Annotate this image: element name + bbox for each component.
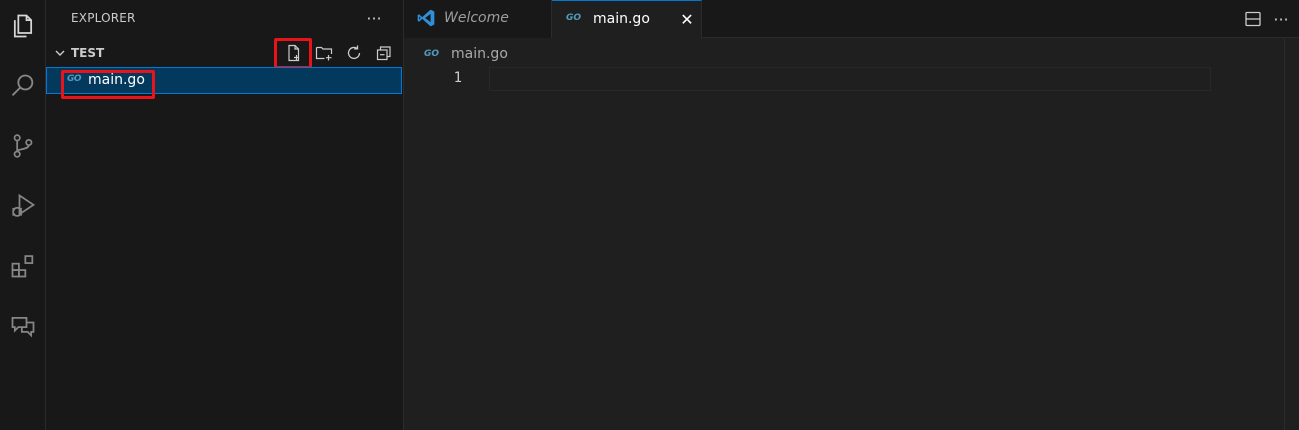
- activity-bar: [0, 0, 46, 430]
- tab-bar: Welcome GO main.go ✕ ···: [404, 0, 1299, 39]
- search-icon[interactable]: [0, 62, 46, 110]
- editor-more-icon[interactable]: ···: [1270, 8, 1292, 30]
- line-number: 1: [453, 70, 462, 86]
- vscode-icon: [417, 9, 435, 27]
- explorer-icon[interactable]: [0, 2, 46, 50]
- minimap: [1284, 38, 1299, 430]
- highlight-new-file: [274, 38, 312, 69]
- run-debug-icon[interactable]: [0, 182, 46, 230]
- close-icon[interactable]: ✕: [677, 9, 697, 29]
- tab-label: main.go: [593, 11, 650, 27]
- collapse-all-icon: [376, 46, 391, 61]
- source-control-icon[interactable]: [0, 122, 46, 170]
- new-folder-button[interactable]: [310, 42, 338, 64]
- highlight-file: [61, 70, 155, 99]
- editor-area: Welcome GO main.go ✕ ··· GO main.go 1: [404, 0, 1299, 430]
- split-editor-button[interactable]: [1242, 8, 1264, 30]
- code-line[interactable]: [489, 67, 1211, 91]
- refresh-button[interactable]: [340, 42, 368, 64]
- tab-label: Welcome: [444, 10, 509, 26]
- folder-name: TEST: [71, 46, 105, 60]
- chat-icon[interactable]: [0, 302, 46, 350]
- new-folder-icon: [315, 46, 333, 61]
- go-file-icon: GO: [566, 13, 582, 23]
- explorer-sidebar: EXPLORER ··· TEST GO main.go: [46, 0, 404, 430]
- sidebar-more-icon[interactable]: ···: [362, 6, 386, 30]
- refresh-icon: [347, 45, 361, 60]
- sidebar-title: EXPLORER: [71, 11, 136, 25]
- tab-main-go[interactable]: GO main.go ✕: [552, 0, 702, 39]
- folder-row[interactable]: TEST: [46, 38, 404, 69]
- sidebar-header: EXPLORER ···: [46, 0, 404, 36]
- split-editor-icon: [1245, 11, 1261, 27]
- chevron-down-icon: [55, 50, 65, 56]
- tab-welcome[interactable]: Welcome: [404, 0, 552, 38]
- collapse-all-button[interactable]: [370, 42, 398, 64]
- go-file-icon: GO: [424, 49, 440, 59]
- breadcrumb-item[interactable]: main.go: [451, 46, 508, 62]
- extensions-icon[interactable]: [0, 242, 46, 290]
